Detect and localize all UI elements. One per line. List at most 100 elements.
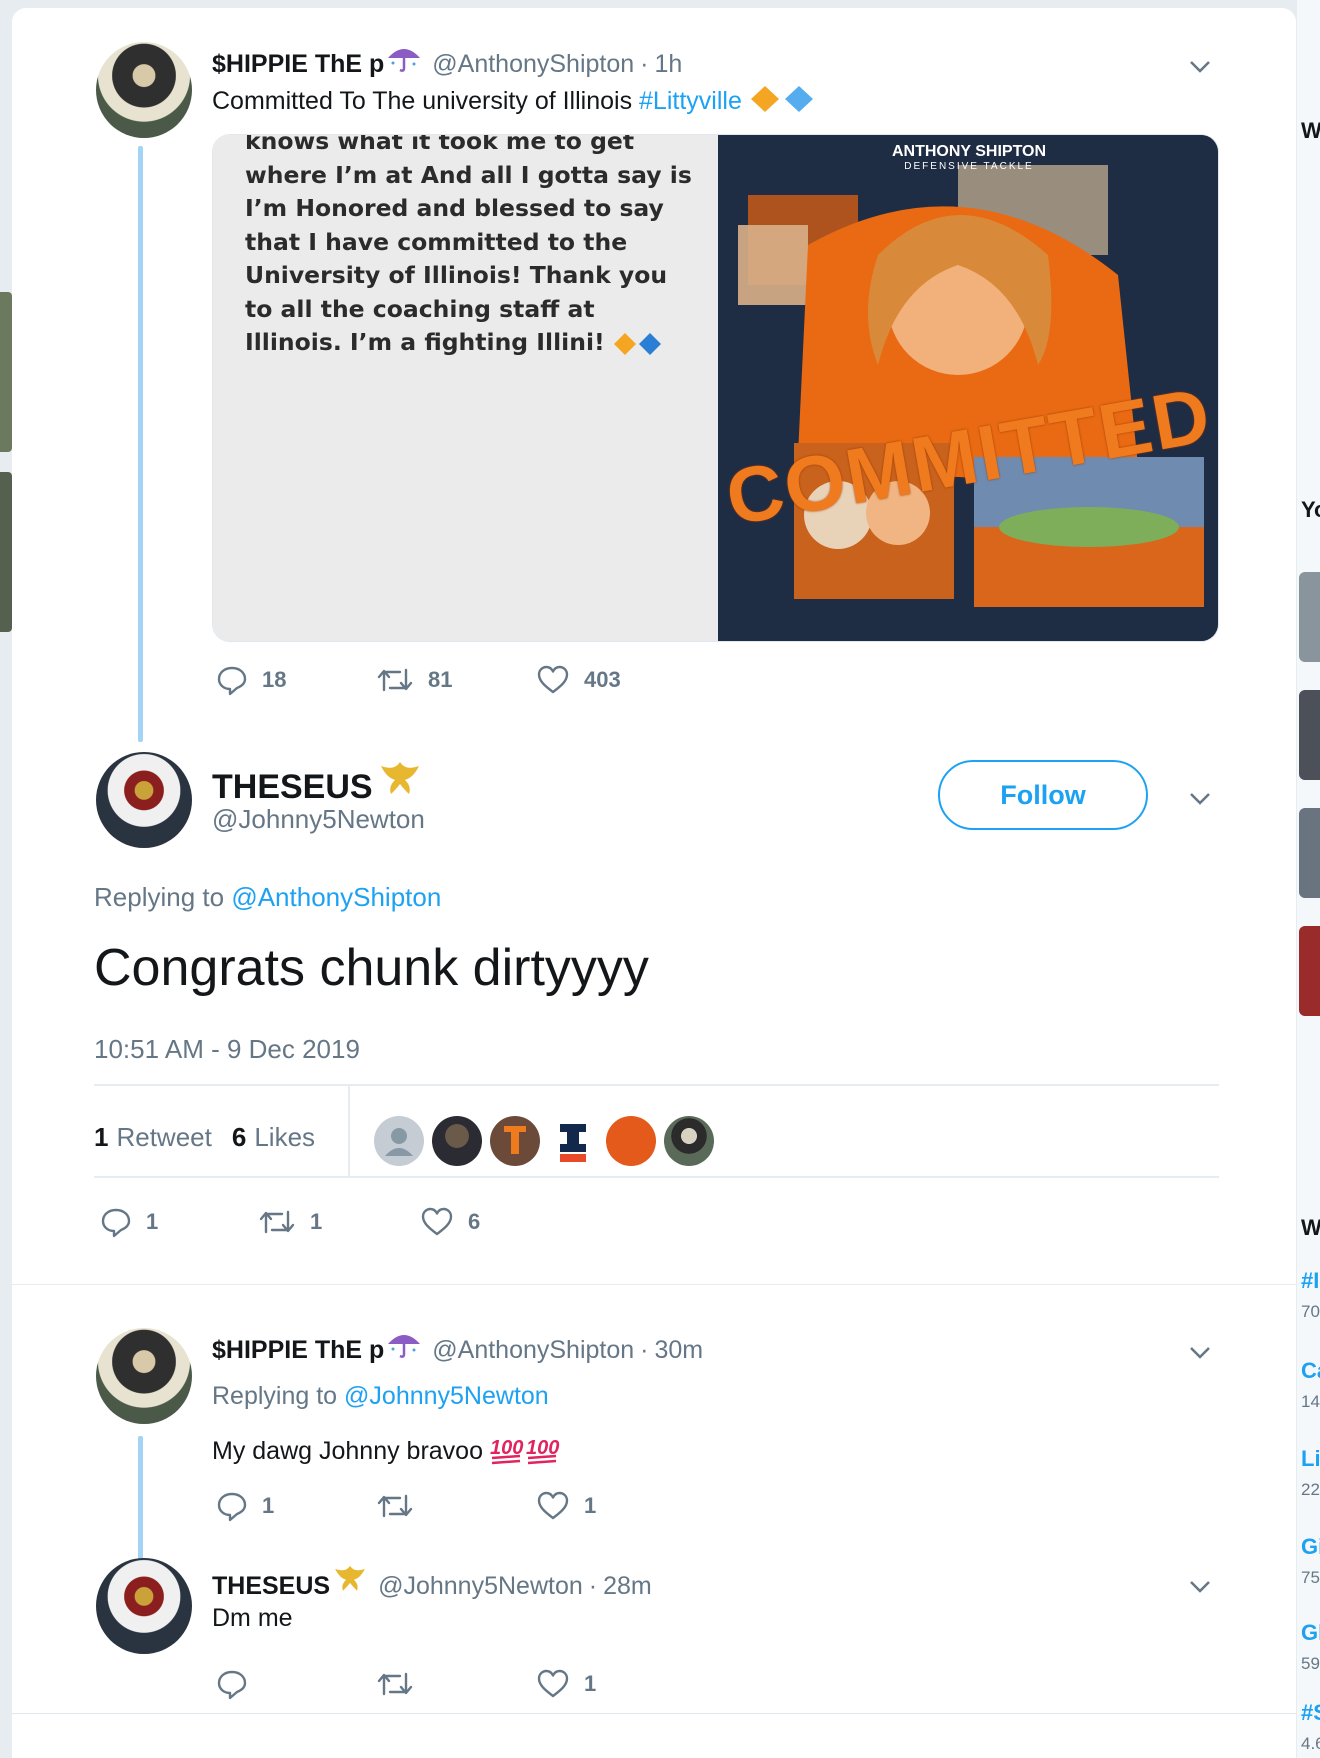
display-name[interactable]: THESEUS <box>212 768 373 807</box>
media-text-line: Illinois. I’m a fighting Illini! <box>245 328 613 356</box>
separator-dot: · <box>588 1572 598 1600</box>
background-thumbnail <box>0 472 12 632</box>
like-action[interactable]: 403 <box>536 664 621 696</box>
tweet-text: Dm me <box>212 1604 293 1632</box>
chevron-down-icon[interactable] <box>1186 52 1214 80</box>
media-image-poster[interactable]: ANTHONY SHIPTON DEFENSIVE TACKLE COMMITT… <box>718 135 1218 641</box>
retweet-total-label[interactable]: Retweet <box>116 1122 211 1153</box>
follow-button[interactable]: Follow <box>938 760 1148 830</box>
avatar[interactable] <box>96 42 192 138</box>
crest-icon <box>332 1564 368 1599</box>
tweet-time[interactable]: 28m <box>603 1572 652 1601</box>
handle[interactable]: @Johnny5Newton <box>378 1572 583 1601</box>
divider <box>12 1284 1296 1285</box>
display-name[interactable]: $HIPPIE ThE p <box>212 50 384 79</box>
liker-avatar[interactable] <box>664 1116 714 1166</box>
like-action[interactable]: 6 <box>420 1206 480 1238</box>
display-name[interactable]: $HIPPIE ThE p <box>212 1336 384 1365</box>
handle[interactable]: @AnthonyShipton <box>432 50 634 79</box>
reply-action[interactable] <box>216 1668 376 1700</box>
handle[interactable]: @Johnny5Newton <box>212 804 425 835</box>
media-text-line: University of Illinois! Thank you <box>245 261 668 289</box>
display-name[interactable]: THESEUS <box>212 1572 330 1601</box>
reply-action[interactable]: 18 <box>216 664 376 696</box>
retweet-icon <box>377 1672 413 1696</box>
umbrella-icon <box>386 44 422 77</box>
heart-icon <box>537 665 569 694</box>
reply-action[interactable]: 1 <box>100 1206 258 1238</box>
liker-avatar[interactable] <box>490 1116 540 1166</box>
like-total-label[interactable]: Likes <box>254 1122 315 1153</box>
avatar[interactable] <box>96 1328 192 1424</box>
bg-fragment: 70 <box>1301 1302 1320 1321</box>
author-handle-row: @Johnny5Newton <box>212 804 425 835</box>
background-thumbnail <box>0 292 12 452</box>
tweet-stats: 1 Retweet 6 Likes <box>94 1122 335 1153</box>
tweet-text-body: Committed To The university of Illinois <box>212 87 640 116</box>
hundred-points-icon: 100 100 <box>490 1432 560 1473</box>
bg-fragment: Yo <box>1301 497 1320 522</box>
chevron-down-icon[interactable] <box>1186 784 1214 812</box>
media-text-line-last: Illinois. I’m a fighting Illini! <box>245 326 705 360</box>
like-action[interactable]: 1 <box>536 1490 596 1522</box>
background-page-right: W Yo W #I 70 Ca 14 Li 22 Gi 75 Gl 59 #S … <box>1297 0 1320 1758</box>
like-count: 1 <box>584 1671 597 1696</box>
default-avatar[interactable] <box>374 1116 424 1166</box>
replying-to-link[interactable]: @Johnny5Newton <box>344 1382 549 1410</box>
avatar[interactable] <box>96 1558 192 1654</box>
heart-icon <box>421 1207 453 1236</box>
avatar[interactable] <box>96 752 192 848</box>
likers-avatars <box>374 1116 722 1166</box>
tweet-time[interactable]: 30m <box>655 1336 704 1365</box>
chevron-down-icon[interactable] <box>1186 1572 1214 1600</box>
tweet-timestamp[interactable]: 10:51 AM - 9 Dec 2019 <box>94 1034 360 1065</box>
background-page-left <box>0 0 12 1758</box>
divider <box>94 1084 1219 1086</box>
bg-fragment: Gl <box>1301 1620 1320 1645</box>
hashtag-link[interactable]: #Littyville <box>639 87 742 115</box>
media-text-line: to all the coaching staff at <box>245 294 595 323</box>
retweet-icon <box>377 668 413 692</box>
media-text-line: that I have committed to the <box>245 227 628 256</box>
like-action[interactable]: 1 <box>536 1668 596 1700</box>
tweet-text: My dawg Johnny bravoo 100 100 <box>212 1432 560 1473</box>
replying-to-link[interactable]: @AnthonyShipton <box>231 882 441 912</box>
retweet-action[interactable]: 1 <box>258 1206 420 1238</box>
media-image-text[interactable]: knows what it took me to get where I’m a… <box>213 135 718 641</box>
retweet-total[interactable]: 1 <box>94 1122 108 1153</box>
retweet-count: 1 <box>310 1209 323 1234</box>
bg-fragment: 59 <box>1301 1654 1320 1673</box>
replying-to: Replying to @AnthonyShipton <box>94 882 441 913</box>
bg-fragment: 14 <box>1301 1392 1320 1411</box>
bg-fragment: Ca <box>1301 1358 1320 1383</box>
bg-fragment: W <box>1301 1215 1320 1240</box>
chevron-down-icon[interactable] <box>1186 1338 1214 1366</box>
media-text-block: knows what it took me to get where I’m a… <box>245 135 705 360</box>
bg-fragment: 22 <box>1301 1480 1320 1499</box>
reply-icon <box>217 1492 247 1522</box>
reply-icon <box>101 1208 131 1238</box>
like-count: 403 <box>584 667 621 692</box>
reply-count: 1 <box>146 1209 159 1234</box>
crest-icon <box>377 760 423 803</box>
tweet-actions: 1 <box>216 1668 596 1700</box>
illinois-logo-avatar[interactable] <box>548 1116 598 1166</box>
retweet-action[interactable]: 81 <box>376 664 536 696</box>
separator-dot: · <box>640 1336 649 1364</box>
reply-action[interactable]: 1 <box>216 1490 376 1522</box>
media-text-line: where I’m at And all I gotta say is <box>245 160 692 189</box>
diamond-emoji-icon <box>613 332 661 355</box>
main-tweet-text: Congrats chunk dirtyyyy <box>94 939 649 997</box>
like-total[interactable]: 6 <box>232 1122 246 1153</box>
handle[interactable]: @AnthonyShipton <box>432 1336 634 1365</box>
retweet-action[interactable] <box>376 1490 536 1522</box>
author-name-row: THESEUS <box>212 760 423 807</box>
tweet-time[interactable]: 1h <box>655 50 683 79</box>
tweet-actions: 18 81 403 <box>216 664 621 696</box>
liker-avatar[interactable] <box>606 1116 656 1166</box>
bg-image <box>1299 926 1320 1016</box>
tweet-media[interactable]: knows what it took me to get where I’m a… <box>212 134 1219 642</box>
bg-fragment: #S <box>1301 1700 1320 1725</box>
retweet-action[interactable] <box>376 1668 536 1700</box>
liker-avatar[interactable] <box>432 1116 482 1166</box>
